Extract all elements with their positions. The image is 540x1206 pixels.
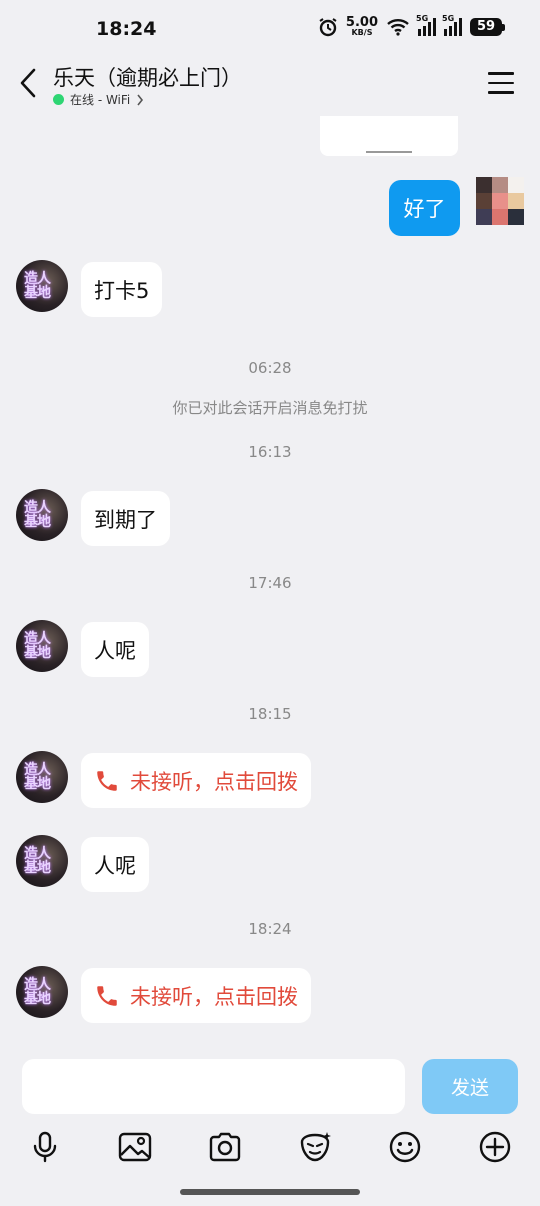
- timestamp: 16:13: [248, 443, 292, 461]
- input-toolbar: [0, 1129, 540, 1165]
- missed-call-bubble[interactable]: 未接听，点击回拨: [81, 968, 311, 1023]
- message-input[interactable]: [22, 1059, 405, 1114]
- contact-avatar[interactable]: 造人基地: [16, 260, 68, 312]
- chat-list[interactable]: 好了 造人基地 打卡5 06:28 你已对此会话开启消息免打扰 16:13 造人…: [0, 116, 540, 1051]
- missed-call-bubble[interactable]: 未接听，点击回拨: [81, 753, 311, 808]
- wifi-icon: [387, 18, 409, 36]
- send-button[interactable]: 发送: [422, 1059, 518, 1114]
- contact-name[interactable]: 乐天（逾期必上门）: [53, 62, 242, 92]
- back-icon[interactable]: [16, 66, 40, 100]
- chat-header: 乐天（逾期必上门） 在线 - WiFi: [0, 58, 540, 116]
- status-time: 18:24: [96, 18, 157, 40]
- my-message-bubble[interactable]: 好了: [389, 180, 460, 236]
- contact-avatar[interactable]: 造人基地: [16, 489, 68, 541]
- sticker-icon[interactable]: [297, 1129, 333, 1165]
- menu-icon[interactable]: [488, 72, 514, 94]
- timestamp: 17:46: [248, 574, 292, 592]
- image-icon[interactable]: [117, 1129, 153, 1165]
- status-bar: 18:24 5.00 KB/S 5G 5G 59: [0, 0, 540, 58]
- message-bubble[interactable]: 打卡5: [81, 262, 163, 317]
- camera-icon[interactable]: [207, 1129, 243, 1165]
- plus-icon[interactable]: [477, 1129, 513, 1165]
- online-dot-icon: [53, 94, 64, 105]
- contact-avatar[interactable]: 造人基地: [16, 966, 68, 1018]
- message-bubble[interactable]: 人呢: [81, 622, 149, 677]
- online-status-text: 在线 - WiFi: [70, 93, 131, 107]
- dnd-notice: 你已对此会话开启消息免打扰: [172, 399, 368, 417]
- signal-sim1-icon: 5G: [416, 14, 436, 36]
- status-icons: 5.00 KB/S 5G 5G 59: [318, 14, 505, 37]
- battery-icon: 59: [470, 17, 505, 36]
- previous-message-card[interactable]: [320, 116, 458, 156]
- alarm-icon: [319, 17, 337, 36]
- timestamp: 06:28: [248, 359, 292, 377]
- home-indicator[interactable]: [180, 1189, 360, 1195]
- microphone-icon[interactable]: [27, 1129, 63, 1165]
- contact-avatar[interactable]: 造人基地: [16, 835, 68, 887]
- message-bubble[interactable]: 到期了: [81, 491, 170, 546]
- chevron-right-icon: [137, 94, 144, 105]
- input-area: 发送: [0, 1051, 540, 1206]
- my-avatar[interactable]: [476, 177, 524, 225]
- phone-icon: [97, 985, 117, 1006]
- contact-avatar[interactable]: 造人基地: [16, 620, 68, 672]
- emoji-icon[interactable]: [387, 1129, 423, 1165]
- network-speed: 5.00 KB/S: [345, 15, 378, 37]
- timestamp: 18:24: [248, 920, 292, 938]
- contact-avatar[interactable]: 造人基地: [16, 751, 68, 803]
- timestamp: 18:15: [248, 705, 292, 723]
- phone-icon: [97, 770, 117, 791]
- message-bubble[interactable]: 人呢: [81, 837, 149, 892]
- signal-sim2-icon: 5G: [442, 14, 462, 36]
- online-status[interactable]: 在线 - WiFi: [53, 91, 144, 108]
